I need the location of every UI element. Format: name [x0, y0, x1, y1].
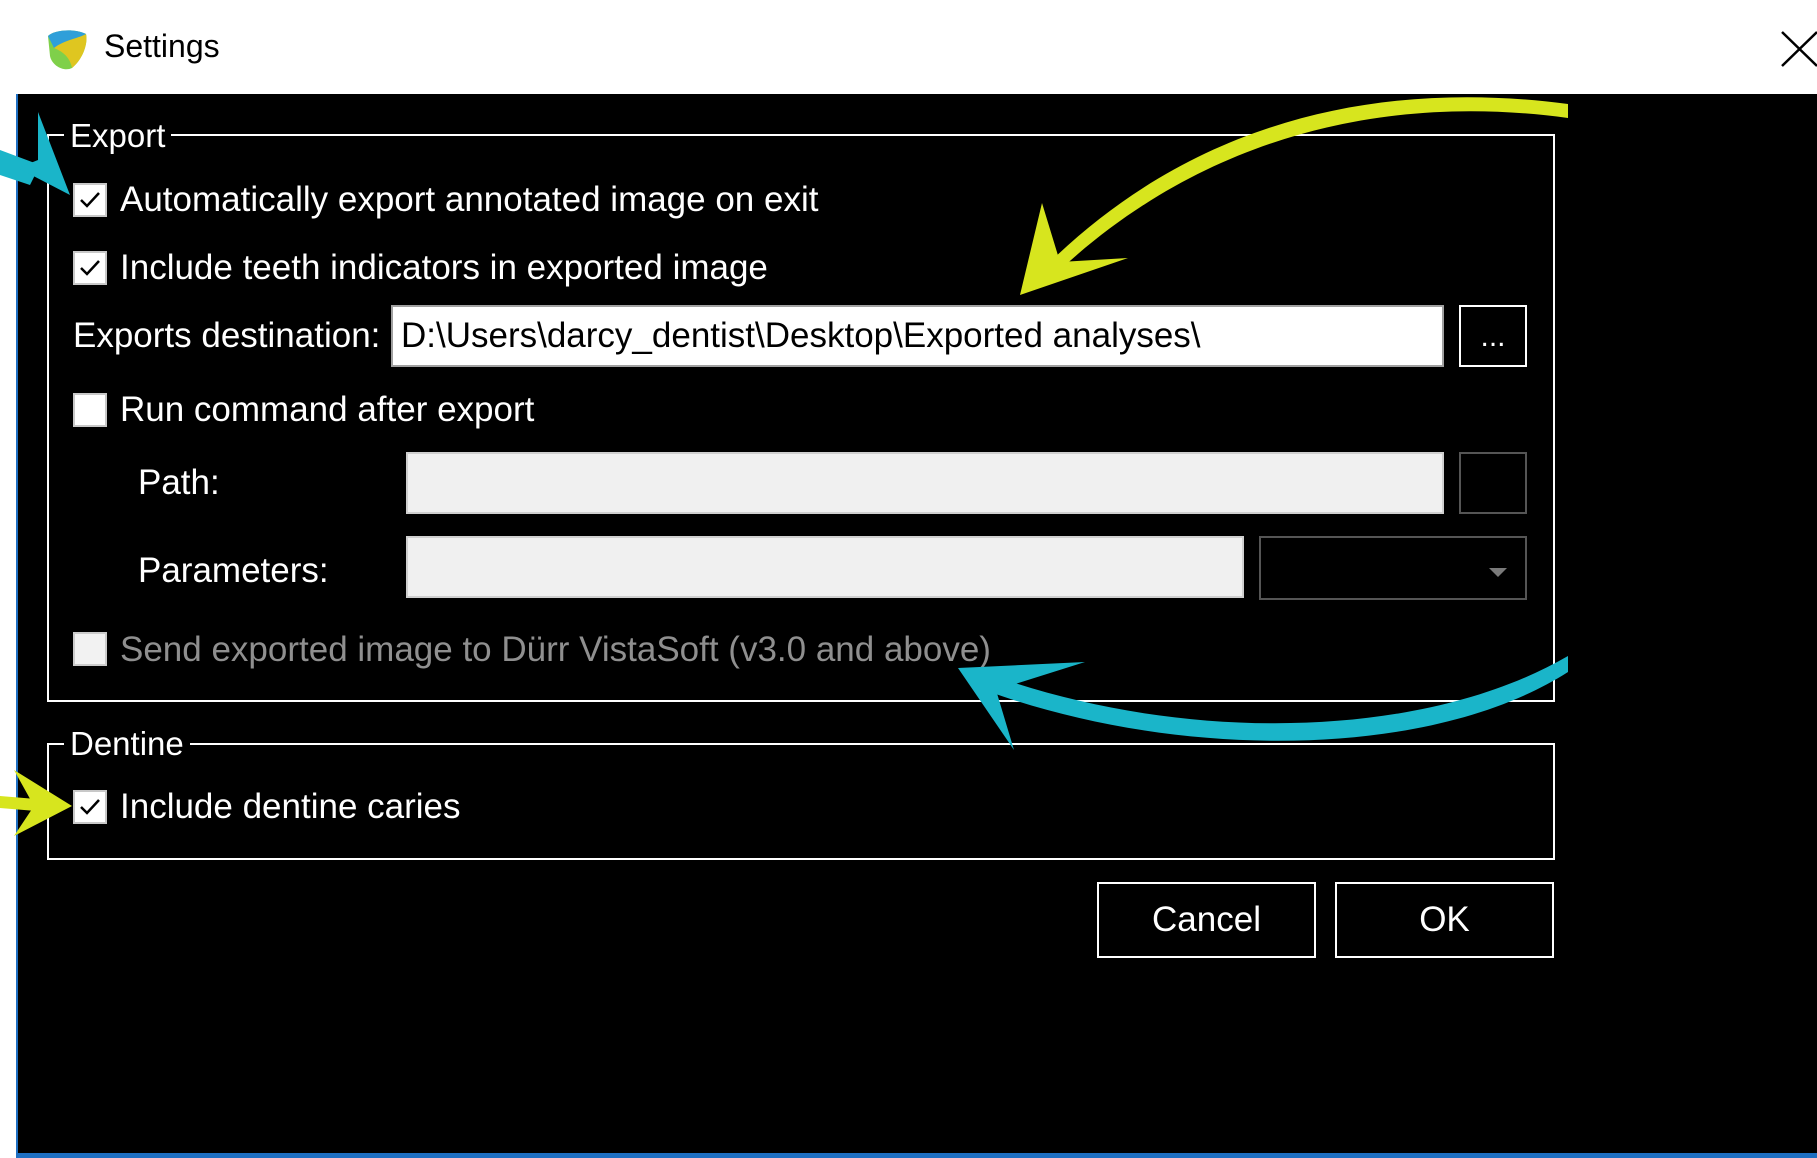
- parameters-dropdown[interactable]: [1259, 536, 1527, 600]
- path-label: Path:: [138, 463, 220, 502]
- include-dentine-checkbox[interactable]: [73, 790, 107, 824]
- window-title: Settings: [104, 28, 220, 64]
- window-border-bottom: [16, 1153, 1817, 1158]
- cancel-button[interactable]: Cancel: [1097, 882, 1316, 958]
- dentine-group-label: Dentine: [64, 726, 190, 762]
- ok-button[interactable]: OK: [1335, 882, 1554, 958]
- checkmark-icon: [80, 260, 100, 276]
- parameters-input[interactable]: [406, 536, 1244, 598]
- path-browse-button[interactable]: [1459, 452, 1527, 514]
- path-input[interactable]: [406, 452, 1444, 514]
- run-command-label[interactable]: Run command after export: [120, 390, 534, 430]
- auto-export-label[interactable]: Automatically export annotated image on …: [120, 180, 818, 220]
- window-border: [16, 0, 18, 1158]
- include-dentine-label[interactable]: Include dentine caries: [120, 787, 461, 827]
- send-vistasoft-label[interactable]: Send exported image to Dürr VistaSoft (v…: [120, 630, 991, 670]
- include-teeth-checkbox[interactable]: [73, 251, 107, 285]
- checkmark-icon: [80, 192, 100, 208]
- destination-label: Exports destination:: [73, 316, 381, 355]
- run-command-checkbox[interactable]: [73, 393, 107, 427]
- checkmark-icon: [80, 799, 100, 815]
- close-icon[interactable]: [1776, 26, 1817, 70]
- app-logo-icon: [48, 30, 87, 70]
- export-group-label: Export: [64, 118, 172, 154]
- auto-export-checkbox[interactable]: [73, 183, 107, 217]
- destination-browse-button[interactable]: ...: [1459, 305, 1527, 367]
- chevron-down-icon: [1489, 568, 1507, 577]
- title-bar: [16, 0, 1817, 94]
- parameters-label: Parameters:: [138, 551, 329, 590]
- send-vistasoft-checkbox[interactable]: [73, 632, 107, 666]
- desktop-edge: [0, 0, 16, 1158]
- destination-input[interactable]: D:\Users\darcy_dentist\Desktop\Exported …: [391, 305, 1444, 367]
- include-teeth-label[interactable]: Include teeth indicators in exported ima…: [120, 248, 768, 288]
